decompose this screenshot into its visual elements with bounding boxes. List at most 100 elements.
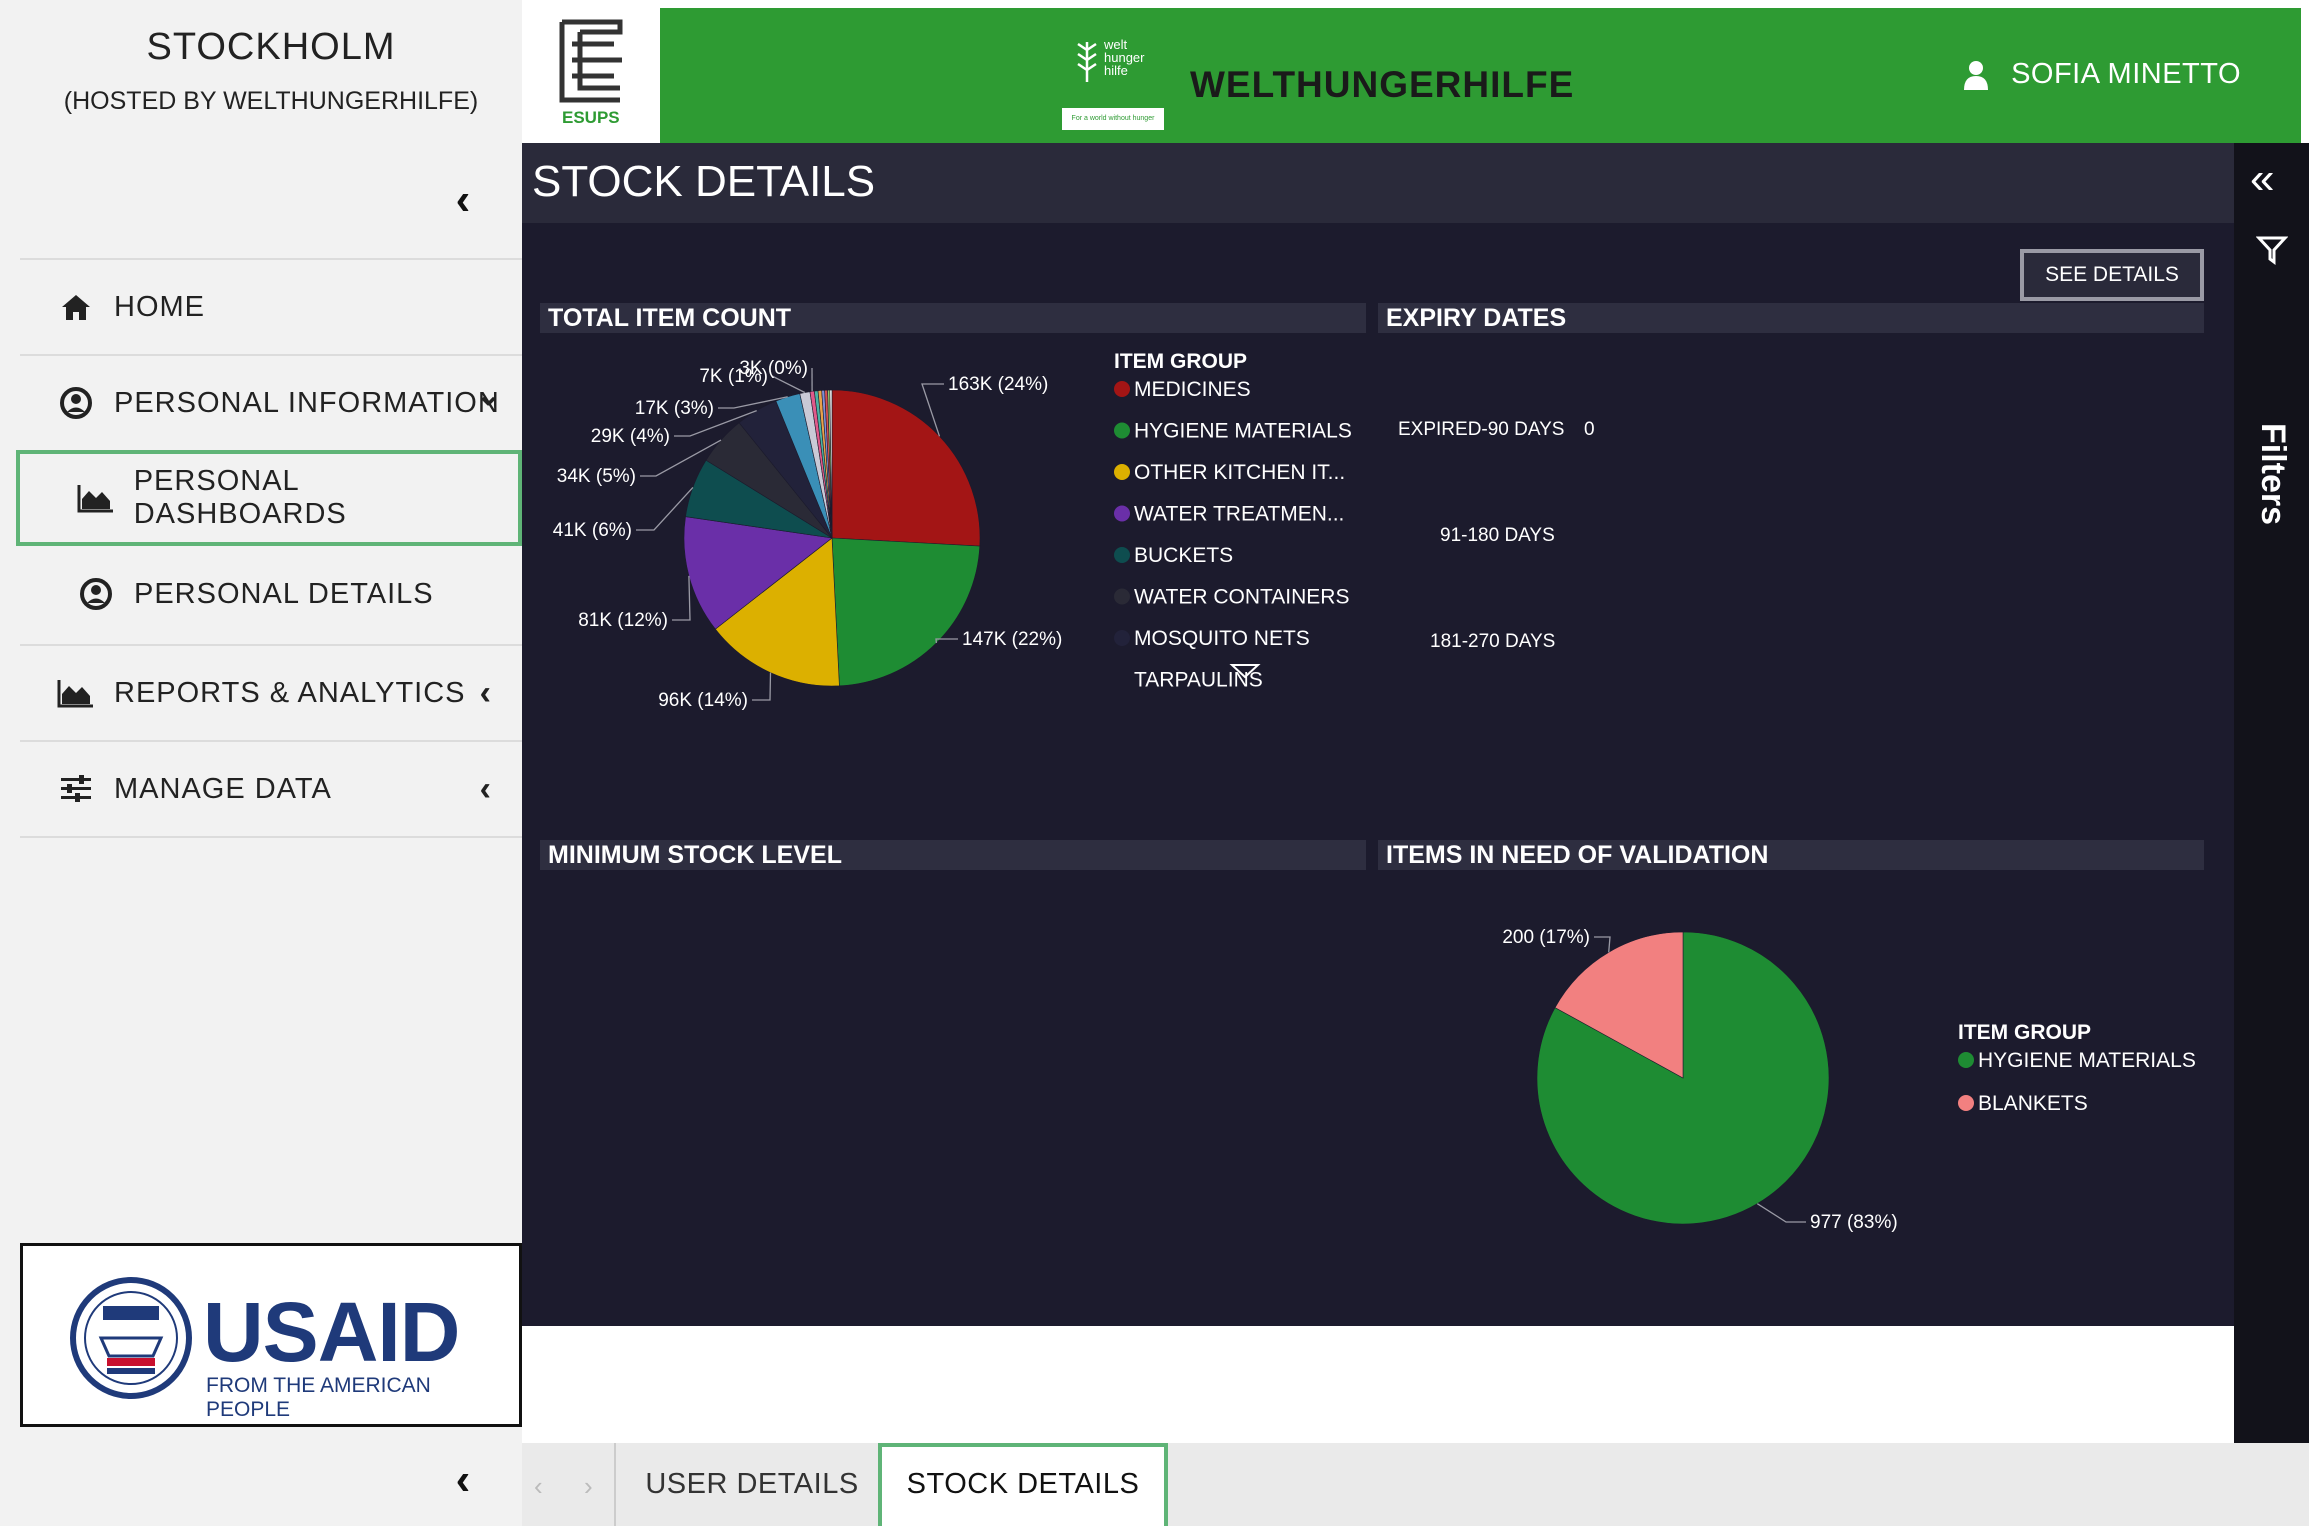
chevron-left-icon: ‹ [479,770,492,808]
legend-marker [1114,588,1130,605]
pie-data-label: 977 (83%) [1810,1212,1898,1233]
chevron-down-icon: ⌄ [475,379,502,412]
filters-pane[interactable]: « Filters [2234,143,2309,1443]
nav-personal-details[interactable]: PERSONAL DETAILS [20,546,522,642]
items-need-validation-header: ITEMS IN NEED OF VALIDATION [1378,840,2204,870]
items-need-validation-pie [1536,931,1830,1225]
pie-leader-line [672,575,691,621]
legend-marker [1114,630,1130,646]
expiry-row-value: 0 [1584,419,1595,440]
nav-home[interactable]: HOME [20,258,522,354]
legend-marker [1114,464,1130,480]
legend-item[interactable]: OTHER KITCHEN IT... [1134,461,1345,484]
pie-slice[interactable] [831,389,981,547]
pie-data-label: 163K (24%) [948,374,1048,395]
welthungerhilfe-logo: welt hunger hilfe For a world without hu… [1062,38,1164,130]
usaid-tagline: FROM THE AMERICAN PEOPLE [206,1374,431,1421]
legend-item[interactable]: HYGIENE MATERIALS [1978,1049,2196,1072]
total-item-count-pie [683,389,981,687]
legend-item[interactable]: HYGIENE MATERIALS [1134,420,1352,443]
pie-leader-line [1756,1203,1806,1223]
user-circle-icon [76,574,116,614]
nav-personal-information-label: PERSONAL INFORMATION [114,386,500,419]
tab-next-icon[interactable]: › [584,1471,593,1502]
esups-label: ESUPS [562,108,620,127]
nav-personal-dashboards-label: PERSONAL DASHBOARDS [133,465,347,530]
total-item-count-header: TOTAL ITEM COUNT [540,303,1366,333]
partner-name: WELTHUNGERHILFE [1190,64,1575,105]
expiry-row-label: 181-270 DAYS [1430,631,1556,652]
pie-data-label: 200 (17%) [1502,927,1590,948]
usaid-wordmark-text: USAID [203,1285,460,1379]
page-tabs: ‹ › USER DETAILS STOCK DETAILS [522,1443,2309,1526]
double-chevron-left-icon[interactable]: « [2250,157,2274,201]
user-menu[interactable]: SOFIA MINETTO [1963,58,2241,91]
user-icon [1964,60,1989,90]
collapse-sidebar-bottom-icon[interactable]: ‹ [443,1458,483,1502]
nav-manage-data-label: MANAGE DATA [114,772,332,805]
pie-slice[interactable] [831,537,981,687]
org-block: STOCKHOLM (HOSTED BY WELTHUNGERHILFE) [20,0,522,140]
pie-leader-line [935,638,958,643]
partner-logo-tagline: For a world without hunger [1062,108,1164,130]
nav-manage-data[interactable]: MANAGE DATA ‹ [20,740,522,838]
nav-reports-analytics[interactable]: REPORTS & ANALYTICS ‹ [20,644,522,740]
app-header: welt hunger hilfe For a world without hu… [660,8,2301,143]
tab-stock-details[interactable]: STOCK DETAILS [878,1443,1168,1526]
expiry-row-label: EXPIRED-90 DAYS [1398,419,1565,440]
legend-title: ITEM GROUP [1114,350,1247,373]
area-chart-icon [76,478,116,518]
user-name: SOFIA MINETTO [2011,58,2241,90]
nav-personal-details-label: PERSONAL DETAILS [134,577,434,610]
pie-data-label: 147K (22%) [962,629,1062,650]
filters-label: Filters [2254,423,2292,526]
report-canvas: STOCK DETAILS SEE DETAILS TOTAL ITEM COU… [522,143,2234,1326]
org-name: STOCKHOLM [146,26,396,68]
sidebar: STOCKHOLM (HOSTED BY WELTHUNGERHILFE) ‹ … [0,0,522,1526]
nav-reports-analytics-label: REPORTS & ANALYTICS [114,676,466,709]
user-circle-icon [56,383,96,423]
pie-data-label: 17K (3%) [635,398,714,419]
expiry-dates-header: EXPIRY DATES [1378,303,2204,333]
minimum-stock-level-header: MINIMUM STOCK LEVEL [540,840,1366,870]
items-need-validation-chart: 977 (83%) 200 (17%) ITEM GROUP HYGIENE MAT… [1502,927,2196,1233]
wheat-icon [1077,42,1097,82]
expiry-dates-table: EXPIRED-90 DAYS 0 91-180 DAYS 181-270 DA… [1378,419,1878,659]
pie-data-label: 81K (12%) [578,610,668,631]
total-item-count-chart: 163K (24%) 147K (22%) 96K (14%) 81K (12%) 41… [553,350,1352,711]
collapse-sidebar-icon[interactable]: ‹ [443,178,483,222]
nav-personal-information[interactable]: PERSONAL INFORMATION ⌄ [20,354,522,450]
legend-item[interactable]: WATER CONTAINERS [1134,586,1349,609]
tab-prev-icon[interactable]: ‹ [534,1471,543,1502]
legend-item[interactable]: MOSQUITO NETS [1134,627,1310,650]
usaid-logo: USAID FROM THE AMERICAN PEOPLE [20,1243,522,1427]
pie-leader-line [636,486,694,531]
pie-data-label: 29K (4%) [591,426,670,447]
nav-personal-dashboards[interactable]: PERSONAL DASHBOARDS [16,450,522,546]
pie-data-label: 3K (0%) [739,358,808,379]
total-item-count-legend: ITEM GROUP MEDICINES HYGIENE MATERIALS OTHE… [1114,350,1352,692]
legend-item[interactable]: WATER TREATMEN... [1134,503,1344,526]
filter-icon [2256,236,2288,265]
legend-marker [1114,381,1130,397]
esups-logo[interactable]: ESUPS [522,0,660,143]
org-host: (HOSTED BY WELTHUNGERHILFE) [63,87,479,115]
pie-data-label: 34K (5%) [557,466,636,487]
tab-user-details[interactable]: USER DETAILS [616,1443,888,1526]
expiry-row-label: 91-180 DAYS [1440,525,1555,546]
legend-item[interactable]: BUCKETS [1134,544,1233,567]
legend-title: ITEM GROUP [1958,1021,2091,1044]
legend-item[interactable]: TARPAULINS [1134,669,1263,692]
legend-marker [1114,547,1130,563]
area-chart-icon [56,673,96,713]
usaid-wordmark: USAID [203,1284,460,1381]
legend-marker [1958,1052,1974,1068]
legend-marker [1114,505,1130,522]
partner-logo-text: welt hunger hilfe [1104,38,1144,77]
legend-item[interactable]: BLANKETS [1978,1092,2088,1115]
see-details-button[interactable]: SEE DETAILS [2020,249,2204,301]
chevron-left-icon: ‹ [479,674,492,712]
sliders-icon [56,769,96,809]
legend-item[interactable]: MEDICINES [1134,378,1251,401]
legend-marker [1114,422,1130,439]
